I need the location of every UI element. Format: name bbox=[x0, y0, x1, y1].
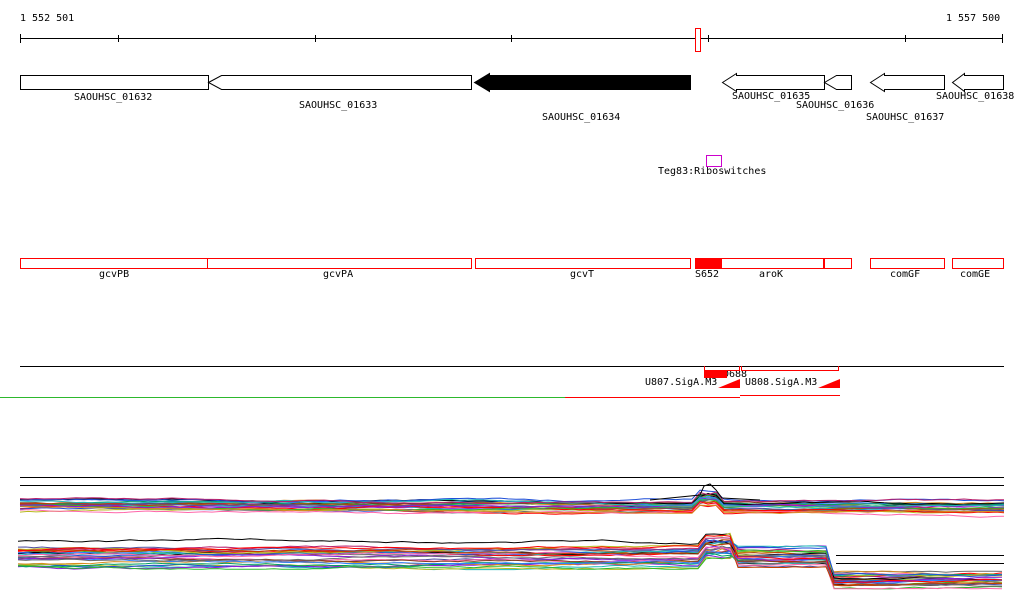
gene-arrow-01633[interactable] bbox=[207, 75, 472, 90]
annotation-box-comgf[interactable] bbox=[870, 258, 945, 269]
annotation-box-s652[interactable] bbox=[695, 258, 722, 269]
gene-arrow-01636[interactable] bbox=[823, 75, 852, 90]
promoter-box-d688[interactable] bbox=[704, 371, 727, 378]
annotation-box-comgf-extra[interactable] bbox=[824, 258, 852, 269]
gene-arrow-01632[interactable] bbox=[20, 75, 209, 90]
gene-track bbox=[20, 72, 1004, 93]
genome-browser: 1 552 501 1 557 500 SAOUHSC_01632 SAOUHS… bbox=[0, 0, 1024, 611]
promoter-track bbox=[0, 366, 1004, 398]
annotation-box-gcvt[interactable] bbox=[475, 258, 691, 269]
annotation-box-gcvpb[interactable] bbox=[20, 258, 208, 269]
promoter-triangle-u808[interactable] bbox=[818, 379, 840, 388]
riboswitch-box[interactable] bbox=[706, 155, 722, 167]
gene-arrow-01638[interactable] bbox=[951, 72, 1004, 93]
gene-arrow-01635[interactable] bbox=[721, 72, 825, 93]
gene-arrow-01637[interactable] bbox=[869, 72, 945, 93]
expression-traces bbox=[17, 477, 1005, 590]
annotation-box-comge[interactable] bbox=[952, 258, 1004, 269]
annotation-track bbox=[20, 258, 1004, 269]
annotation-box-gcvpa[interactable] bbox=[207, 258, 472, 269]
ruler bbox=[20, 34, 1003, 43]
annotation-box-arok[interactable] bbox=[721, 258, 824, 269]
tracks-svg bbox=[0, 28, 1005, 590]
gene-arrow-01634[interactable] bbox=[473, 72, 691, 93]
promoter-triangle-u807[interactable] bbox=[718, 379, 740, 388]
position-marker[interactable] bbox=[695, 28, 701, 52]
